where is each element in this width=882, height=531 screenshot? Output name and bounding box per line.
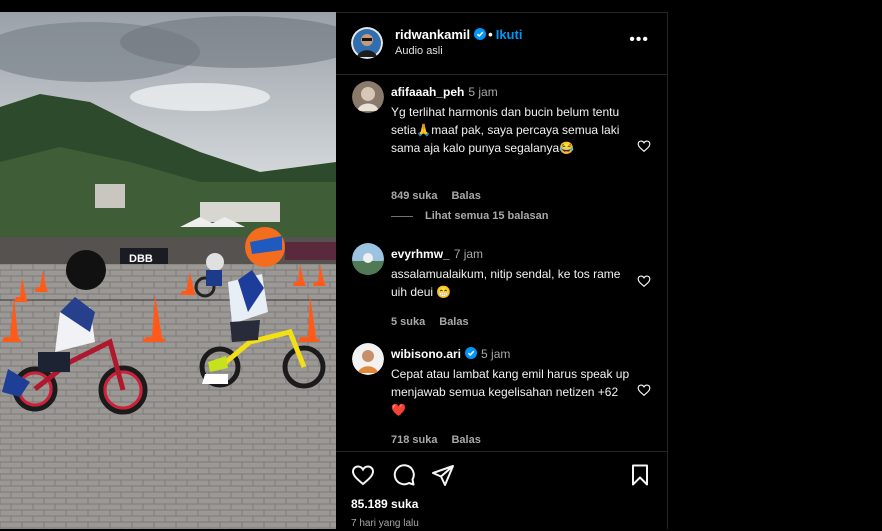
comment-meta: 849 suka Balas bbox=[391, 190, 495, 202]
heart-icon[interactable] bbox=[351, 463, 375, 487]
comment-icon[interactable] bbox=[392, 463, 416, 487]
comment-username[interactable]: wibisono.ari bbox=[391, 347, 461, 361]
comment-text: Cepat atau lambat kang emil harus speak … bbox=[391, 367, 630, 417]
verified-badge-icon bbox=[465, 347, 478, 359]
comment-text: Yg terlihat harmonis dan bucin belum ten… bbox=[391, 105, 620, 155]
view-replies-button[interactable]: Lihat semua 15 balasan bbox=[391, 210, 549, 222]
comment-time: 7 jam bbox=[453, 247, 484, 261]
bookmark-icon[interactable] bbox=[628, 463, 652, 487]
comment-header: afifaaah_peh 5 jam bbox=[391, 85, 498, 99]
reply-button[interactable]: Balas bbox=[439, 316, 468, 328]
comment-likes[interactable]: 5 suka bbox=[391, 316, 425, 328]
more-icon[interactable]: ••• bbox=[629, 32, 649, 48]
comment-header: evyrhmw_ 7 jam bbox=[391, 247, 483, 261]
verified-badge-icon bbox=[474, 28, 487, 40]
post-date[interactable]: 7 hari yang lalu bbox=[351, 518, 419, 529]
comment-time: 5 jam bbox=[481, 347, 511, 361]
comment-time: 5 jam bbox=[468, 85, 498, 99]
share-icon[interactable] bbox=[431, 463, 455, 487]
follow-button[interactable]: Ikuti bbox=[496, 27, 523, 42]
post-header: ridwankamil • Ikuti Audio asli ••• bbox=[336, 13, 667, 75]
comment-text: assalamualaikum, nitip sendal, ke tos ra… bbox=[391, 267, 621, 299]
like-count[interactable]: 85.189 suka bbox=[351, 497, 418, 511]
comment-avatar[interactable] bbox=[352, 243, 384, 275]
banner-text: DBB bbox=[129, 253, 153, 265]
comment-likes[interactable]: 849 suka bbox=[391, 190, 437, 202]
heart-icon[interactable] bbox=[637, 139, 651, 153]
comment-avatar[interactable] bbox=[352, 81, 384, 113]
view-replies-label: Lihat semua 15 balasan bbox=[425, 210, 549, 222]
heart-icon[interactable] bbox=[637, 274, 651, 288]
audio-label[interactable]: Audio asli bbox=[395, 45, 443, 57]
post-action-bar: 85.189 suka 7 hari yang lalu bbox=[336, 451, 667, 531]
separator-dot: • bbox=[488, 27, 493, 42]
author-username[interactable]: ridwankamil bbox=[395, 27, 470, 42]
comment-meta: 718 suka Balas bbox=[391, 434, 495, 446]
reply-button[interactable]: Balas bbox=[451, 434, 480, 446]
comment-avatar[interactable] bbox=[352, 343, 384, 375]
comment-username[interactable]: evyrhmw_ bbox=[391, 247, 450, 261]
comment-likes[interactable]: 718 suka bbox=[391, 434, 437, 446]
post-image[interactable]: DBB bbox=[0, 12, 336, 529]
author-username-line: ridwankamil • Ikuti bbox=[395, 27, 522, 42]
author-avatar[interactable] bbox=[351, 27, 383, 59]
post-details-panel: ridwankamil • Ikuti Audio asli ••• afifaaa… bbox=[336, 12, 668, 529]
reply-button[interactable]: Balas bbox=[451, 190, 480, 202]
comment-meta: 5 suka Balas bbox=[391, 316, 483, 328]
comment-header: wibisono.ari 5 jam bbox=[391, 347, 510, 361]
replies-divider-line bbox=[391, 215, 413, 217]
comment-username[interactable]: afifaaah_peh bbox=[391, 85, 464, 99]
heart-icon[interactable] bbox=[637, 383, 651, 397]
